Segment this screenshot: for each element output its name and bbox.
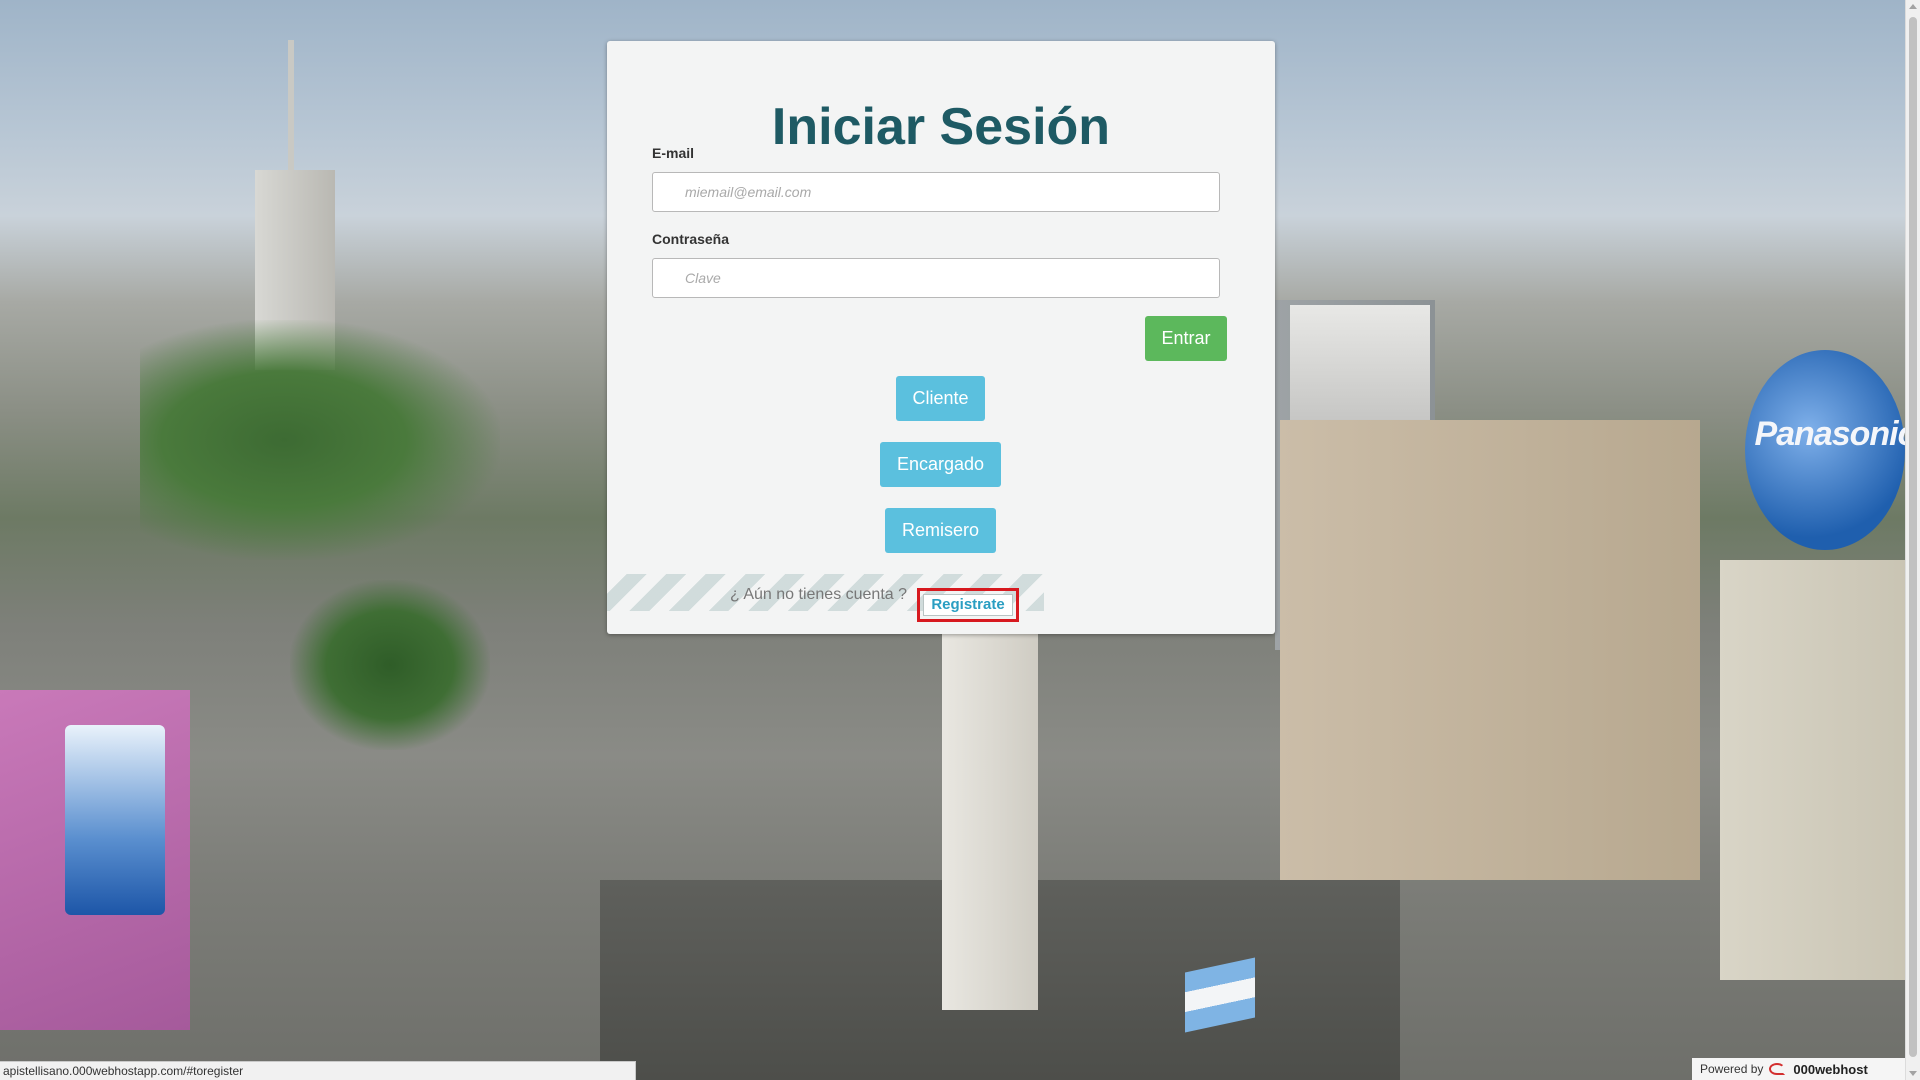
login-submit-button[interactable]: Entrar [1145,316,1227,361]
background-spire [288,40,294,175]
scroll-up-arrow-icon[interactable] [1909,4,1917,9]
background-billboard-badge [65,725,165,915]
page-title: Iniciar Sesión [771,98,1111,156]
email-label: E-mail [652,145,695,161]
powered-by-badge[interactable]: Powered by 000webhost [1692,1058,1905,1080]
scroll-down-arrow-icon[interactable] [1909,1071,1917,1076]
webhost-logo-icon [1769,1061,1787,1077]
background-sign-text: Panasonic [1754,415,1916,453]
background-trees-lower [290,580,490,750]
scrollbar-thumb[interactable] [1909,17,1917,1057]
register-link[interactable]: Registrate [923,594,1013,616]
login-card: Iniciar Sesión E-mail Contraseña Entrar … [607,41,1275,634]
email-input[interactable] [652,172,1220,212]
page-viewport: Panasonic Iniciar Sesión E-mail Contrase… [0,0,1920,1080]
role-remisero-button[interactable]: Remisero [885,508,996,553]
powered-by-prefix: Powered by [1700,1062,1764,1076]
vertical-scrollbar[interactable] [1905,0,1920,1080]
password-input[interactable] [652,258,1220,298]
status-bar-url: apistellisano.000webhostapp.com/#toregis… [0,1061,636,1080]
background-building-right [1280,420,1700,880]
role-encargado-button[interactable]: Encargado [880,442,1001,487]
password-label: Contraseña [652,231,730,247]
role-cliente-button[interactable]: Cliente [896,376,985,421]
background-obelisk [942,630,1038,1010]
background-trees [140,320,500,560]
background-building-far-right [1720,560,1920,980]
powered-by-brand: 000webhost [1793,1061,1868,1077]
register-prompt: ¿ Aún no tienes cuenta ? [730,586,908,603]
